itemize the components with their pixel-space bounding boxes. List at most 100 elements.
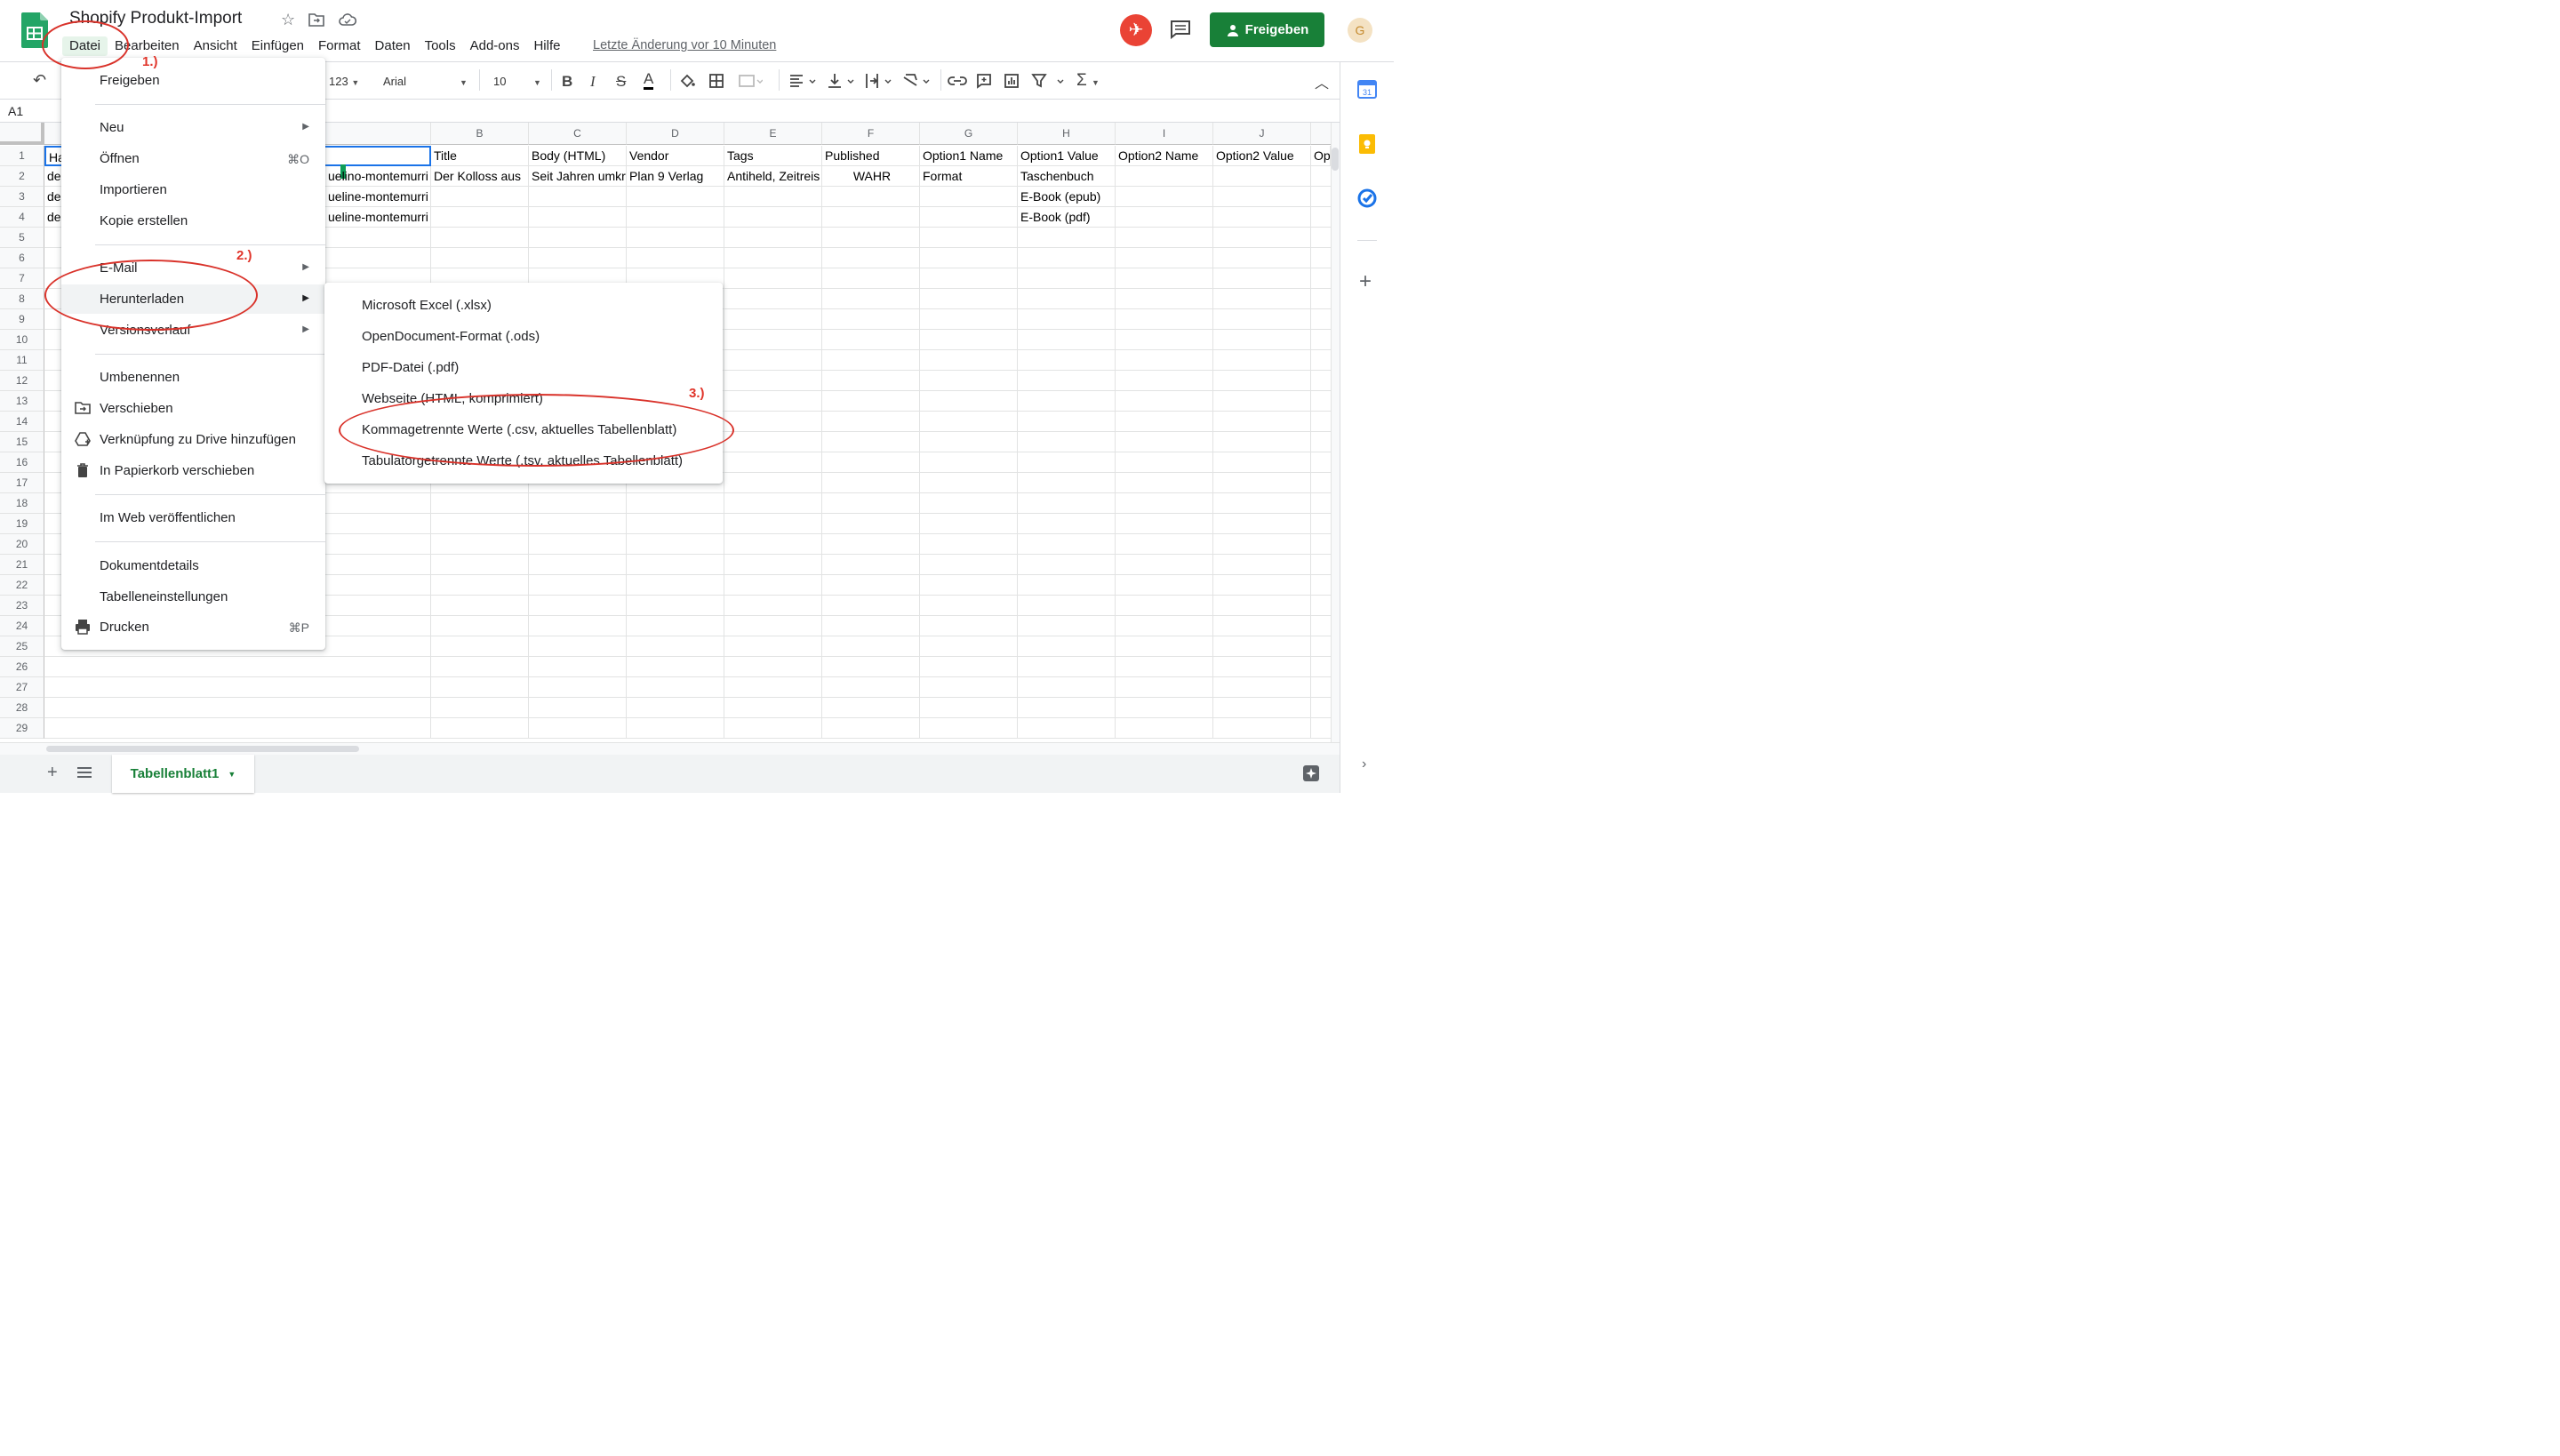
number-format-dropdown[interactable]: 123 ▼: [329, 75, 359, 88]
empty-cell[interactable]: [431, 248, 529, 268]
empty-cell[interactable]: [822, 493, 920, 514]
empty-cell[interactable]: [822, 187, 920, 207]
empty-cell[interactable]: [1116, 493, 1213, 514]
row-header[interactable]: 1: [0, 146, 44, 166]
empty-cell[interactable]: [1311, 289, 1331, 309]
empty-cell[interactable]: [1311, 330, 1331, 350]
empty-cell[interactable]: [920, 289, 1018, 309]
empty-cell[interactable]: [431, 596, 529, 616]
empty-cell[interactable]: [529, 187, 627, 207]
empty-cell[interactable]: [724, 391, 822, 412]
empty-cell[interactable]: [1311, 473, 1331, 493]
row-header[interactable]: 25: [0, 636, 44, 657]
cell-d2[interactable]: Plan 9 Verlag: [627, 166, 724, 187]
expand-side-panel-icon[interactable]: ›: [1362, 756, 1366, 772]
empty-cell[interactable]: [529, 698, 627, 718]
all-sheets-list-icon[interactable]: [77, 766, 92, 779]
empty-cell[interactable]: [1116, 207, 1213, 228]
empty-cell[interactable]: [724, 289, 822, 309]
file-menu-new[interactable]: Neu ▶: [61, 113, 325, 142]
empty-cell[interactable]: [822, 309, 920, 330]
empty-cell[interactable]: [1018, 596, 1116, 616]
empty-cell[interactable]: [822, 616, 920, 636]
row-header[interactable]: 23: [0, 596, 44, 616]
empty-cell[interactable]: [822, 371, 920, 391]
empty-cell[interactable]: [1116, 616, 1213, 636]
cell-a2-handle[interactable]: uelino-montemurri: [325, 166, 431, 187]
cell-a4-handle[interactable]: ueline-montemurri: [325, 207, 431, 228]
italic-button[interactable]: I: [590, 73, 596, 91]
row-header[interactable]: 17: [0, 473, 44, 493]
horizontal-scroll-thumb[interactable]: [46, 746, 359, 752]
empty-cell[interactable]: [529, 228, 627, 248]
empty-cell[interactable]: [1018, 452, 1116, 473]
row-header[interactable]: 21: [0, 555, 44, 575]
empty-cell[interactable]: [724, 493, 822, 514]
empty-cell[interactable]: [1213, 596, 1311, 616]
empty-cell[interactable]: [1213, 677, 1311, 698]
empty-cell[interactable]: [1116, 371, 1213, 391]
empty-cell[interactable]: [627, 534, 724, 555]
file-menu-share[interactable]: Freigeben: [61, 66, 325, 95]
star-icon[interactable]: ☆: [281, 11, 295, 29]
file-menu-print[interactable]: Drucken ⌘P: [61, 612, 325, 642]
empty-cell[interactable]: [1213, 555, 1311, 575]
file-menu-import[interactable]: Importieren: [61, 175, 325, 204]
empty-cell[interactable]: [1116, 596, 1213, 616]
text-color-button[interactable]: A: [644, 71, 654, 90]
share-button[interactable]: Freigeben: [1210, 12, 1324, 47]
empty-cell[interactable]: [431, 207, 529, 228]
empty-cell[interactable]: [724, 534, 822, 555]
empty-cell[interactable]: [1311, 309, 1331, 330]
row-header[interactable]: 9: [0, 309, 44, 330]
empty-cell[interactable]: [724, 677, 822, 698]
empty-cell[interactable]: [1213, 412, 1311, 432]
empty-cell[interactable]: [920, 698, 1018, 718]
empty-cell[interactable]: [1116, 166, 1213, 187]
empty-cell[interactable]: [44, 657, 431, 677]
empty-cell[interactable]: [1018, 330, 1116, 350]
empty-cell[interactable]: [920, 330, 1018, 350]
insert-chart-icon[interactable]: [1004, 73, 1020, 89]
empty-cell[interactable]: [1311, 248, 1331, 268]
empty-cell[interactable]: [529, 514, 627, 534]
empty-cell[interactable]: [431, 493, 529, 514]
cell-h1[interactable]: Option1 Value: [1018, 146, 1116, 166]
empty-cell[interactable]: [724, 452, 822, 473]
chevron-down-icon[interactable]: ▼: [533, 78, 541, 87]
empty-cell[interactable]: [627, 575, 724, 596]
empty-cell[interactable]: [44, 677, 431, 698]
row-header[interactable]: 13: [0, 391, 44, 412]
file-menu-move[interactable]: Verschieben: [61, 394, 325, 423]
empty-cell[interactable]: [1018, 616, 1116, 636]
empty-cell[interactable]: [724, 575, 822, 596]
empty-cell[interactable]: [1116, 412, 1213, 432]
row-header[interactable]: 7: [0, 268, 44, 289]
empty-cell[interactable]: [1213, 452, 1311, 473]
empty-cell[interactable]: [1116, 677, 1213, 698]
empty-cell[interactable]: [1018, 575, 1116, 596]
empty-cell[interactable]: [1311, 412, 1331, 432]
chevron-down-icon[interactable]: ▼: [460, 78, 468, 87]
empty-cell[interactable]: [920, 473, 1018, 493]
empty-cell[interactable]: [1311, 371, 1331, 391]
row-header[interactable]: 3: [0, 187, 44, 207]
empty-cell[interactable]: [1116, 391, 1213, 412]
menu-daten[interactable]: Daten: [368, 36, 418, 56]
empty-cell[interactable]: [920, 493, 1018, 514]
cell-f1[interactable]: Published: [822, 146, 920, 166]
empty-cell[interactable]: [1018, 657, 1116, 677]
empty-cell[interactable]: [724, 596, 822, 616]
bold-button[interactable]: B: [562, 73, 572, 91]
row-header[interactable]: 16: [0, 452, 44, 473]
download-pdf[interactable]: PDF-Datei (.pdf): [324, 353, 723, 383]
empty-cell[interactable]: [1116, 289, 1213, 309]
empty-cell[interactable]: [627, 698, 724, 718]
empty-cell[interactable]: [1116, 330, 1213, 350]
row-header[interactable]: 5: [0, 228, 44, 248]
empty-cell[interactable]: [920, 636, 1018, 657]
row-header[interactable]: 22: [0, 575, 44, 596]
empty-cell[interactable]: [627, 514, 724, 534]
empty-cell[interactable]: [1018, 309, 1116, 330]
menu-addons[interactable]: Add-ons: [463, 36, 527, 56]
